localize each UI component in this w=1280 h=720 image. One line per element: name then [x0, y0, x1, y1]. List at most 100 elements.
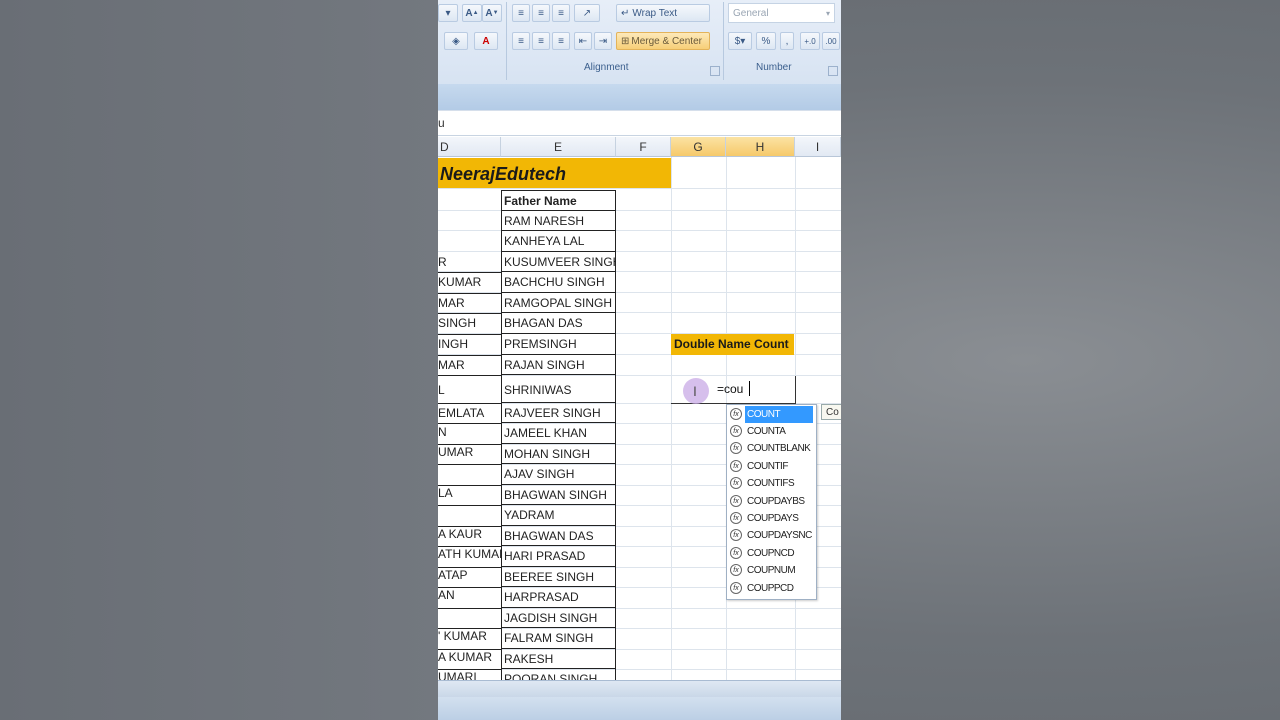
shrink-font-button[interactable]: A ▼ [482, 4, 502, 22]
cell-e-row-15[interactable]: YADRAM [501, 505, 616, 526]
percent-button[interactable]: % [756, 32, 776, 50]
column-header-d[interactable]: D [438, 137, 501, 157]
orientation-icon[interactable]: ↗ [574, 4, 600, 22]
autocomplete-item[interactable]: fx COUNTIFS [727, 475, 816, 492]
cell-e-row-14[interactable]: BHAGWAN SINGH [501, 485, 616, 505]
align-right-icon[interactable]: ≡ [552, 32, 570, 50]
cell-e-row-22[interactable]: RAKESH [501, 649, 616, 669]
cell-e-row-16[interactable]: BHAGWAN DAS [501, 526, 616, 546]
cell-d-row-9[interactable]: L [438, 375, 501, 403]
cell-d-row-4[interactable]: KUMAR [438, 272, 501, 293]
fill-color-icon[interactable]: ◈ [444, 32, 468, 50]
function-icon: fx [730, 408, 742, 420]
cell-d-row-20[interactable] [438, 608, 501, 628]
cell-d-row-13[interactable] [438, 464, 501, 485]
column-header-e[interactable]: E [501, 137, 616, 157]
comma-button[interactable]: , [780, 32, 794, 50]
cell-e-row-18[interactable]: BEEREE SINGH [501, 567, 616, 587]
cell-d-row-23[interactable]: UMARI [438, 669, 501, 680]
decrease-decimal-icon[interactable]: .00 [822, 32, 840, 50]
font-color-icon[interactable]: A [474, 32, 498, 50]
cell-e-row-23[interactable]: POORAN SINGH [501, 669, 616, 680]
chevron-down-icon: ▾ [825, 8, 830, 18]
autocomplete-item[interactable]: fx COUNT [727, 406, 816, 423]
cell-e-row-6[interactable]: BHAGAN DAS [501, 313, 616, 334]
align-middle-icon[interactable]: ≡ [532, 4, 550, 22]
merge-center-button[interactable]: ⊞ Merge & Center [616, 32, 710, 50]
column-header-g[interactable]: G [671, 137, 726, 157]
align-left-icon[interactable]: ≡ [512, 32, 530, 50]
cell-e-row-17[interactable]: HARI PRASAD [501, 546, 616, 567]
sheet-title-cell[interactable]: NeerajEdutech [438, 158, 671, 188]
autocomplete-item[interactable]: fx COUPDAYBS [727, 493, 816, 510]
cell-e-row-7[interactable]: PREMSINGH [501, 334, 616, 355]
cell-e-row-5[interactable]: RAMGOPAL SINGH [501, 293, 616, 313]
currency-button[interactable]: $ ▾ [728, 32, 752, 50]
autocomplete-item[interactable]: fx COUPDAYS [727, 510, 816, 527]
autocomplete-item[interactable]: fx COUNTA [727, 423, 816, 440]
function-autocomplete-list[interactable]: fx COUNT fx COUNTA fx COUNTBLANK fx COUNTIF … [726, 404, 817, 600]
cell-e-row-13[interactable]: AJAV SINGH [501, 464, 616, 485]
cell-d-row-15[interactable] [438, 505, 501, 526]
align-top-icon[interactable]: ≡ [512, 4, 530, 22]
autocomplete-item[interactable]: fx COUPPCD [727, 580, 816, 597]
cell-d-row-10[interactable]: EMLATA [438, 403, 501, 423]
cell-d-row-8[interactable]: MAR [438, 355, 501, 375]
cell-e-row-10[interactable]: RAJVEER SINGH [501, 403, 616, 423]
cell-d-row-17[interactable]: ATH KUMAR [438, 546, 501, 567]
cell-d-row-19[interactable]: AN [438, 587, 501, 608]
cell-d-row-12[interactable]: UMAR [438, 444, 501, 464]
cell-e-row-8[interactable]: RAJAN SINGH [501, 355, 616, 375]
increase-indent-icon[interactable]: ⇥ [594, 32, 612, 50]
cell-e-row-19[interactable]: HARPRASAD [501, 587, 616, 608]
number-dialog-launcher-icon[interactable] [828, 66, 838, 76]
autocomplete-item[interactable]: fx COUPDAYSNC [727, 527, 816, 544]
autocomplete-item[interactable]: fx COUNTIF [727, 458, 816, 475]
cell-d-row-18[interactable]: ATAP [438, 567, 501, 587]
column-header-i[interactable]: I [795, 137, 841, 157]
alignment-dialog-launcher-icon[interactable] [710, 66, 720, 76]
cell-e-row-9[interactable]: SHRINIWAS [501, 375, 616, 403]
cell-d-row-3[interactable]: R [438, 252, 501, 272]
cell-d-row-22[interactable]: A KUMAR [438, 649, 501, 669]
cell-d-row-2[interactable] [438, 231, 501, 252]
header-father-name[interactable]: Father Name [501, 190, 616, 211]
autocomplete-item[interactable]: fx COUPNCD [727, 545, 816, 562]
cell-e-row-12[interactable]: MOHAN SINGH [501, 444, 616, 464]
cell-d-row-7[interactable]: INGH [438, 334, 501, 355]
decrease-indent-icon[interactable]: ⇤ [574, 32, 592, 50]
formula-bar[interactable]: u [438, 110, 841, 136]
cell-e-row-20[interactable]: JAGDISH SINGH [501, 608, 616, 628]
increase-decimal-icon[interactable]: +.0 [800, 32, 820, 50]
column-header-h[interactable]: H [726, 137, 795, 157]
alignment-group-label: Alignment [584, 62, 629, 73]
function-icon: fx [730, 477, 742, 489]
cell-e-row-4[interactable]: BACHCHU SINGH [501, 272, 616, 293]
number-format-select[interactable]: General ▾ [728, 3, 835, 23]
cell-d-row-1[interactable] [438, 211, 501, 231]
cell-e-row-11[interactable]: JAMEEL KHAN [501, 423, 616, 444]
cell-e-row-3[interactable]: KUSUMVEER SINGH [501, 252, 616, 272]
cell-d-row-14[interactable]: LA [438, 485, 501, 505]
cell-d-row-6[interactable]: SINGH [438, 313, 501, 334]
cell-d-row-16[interactable]: A KAUR [438, 526, 501, 546]
autocomplete-item-label: COUPDAYSNC [747, 530, 812, 541]
cell-e-row-21[interactable]: FALRAM SINGH [501, 628, 616, 649]
font-dropdown-arrow[interactable]: ▾ [438, 4, 458, 22]
cell-e-row-1[interactable]: RAM NARESH [501, 211, 616, 231]
autocomplete-item-label: COUNTBLANK [747, 443, 811, 454]
grow-font-button[interactable]: A ▲ [462, 4, 482, 22]
double-name-count-label[interactable]: Double Name Count [671, 334, 794, 355]
align-center-icon[interactable]: ≡ [532, 32, 550, 50]
function-icon: fx [730, 442, 742, 454]
cell-e-row-2[interactable]: KANHEYA LAL [501, 231, 616, 252]
cell-d-row-5[interactable]: MAR [438, 293, 501, 313]
autocomplete-item[interactable]: fx COUNTBLANK [727, 440, 816, 457]
align-bottom-icon[interactable]: ≡ [552, 4, 570, 22]
cell-d-row-21[interactable]: ' KUMAR [438, 628, 501, 649]
cell-d-row-11[interactable]: N [438, 423, 501, 444]
wrap-text-button[interactable]: ↵ Wrap Text [616, 4, 710, 22]
horizontal-scrollbar[interactable] [438, 680, 841, 698]
column-header-f[interactable]: F [616, 137, 671, 157]
autocomplete-item[interactable]: fx COUPNUM [727, 562, 816, 579]
